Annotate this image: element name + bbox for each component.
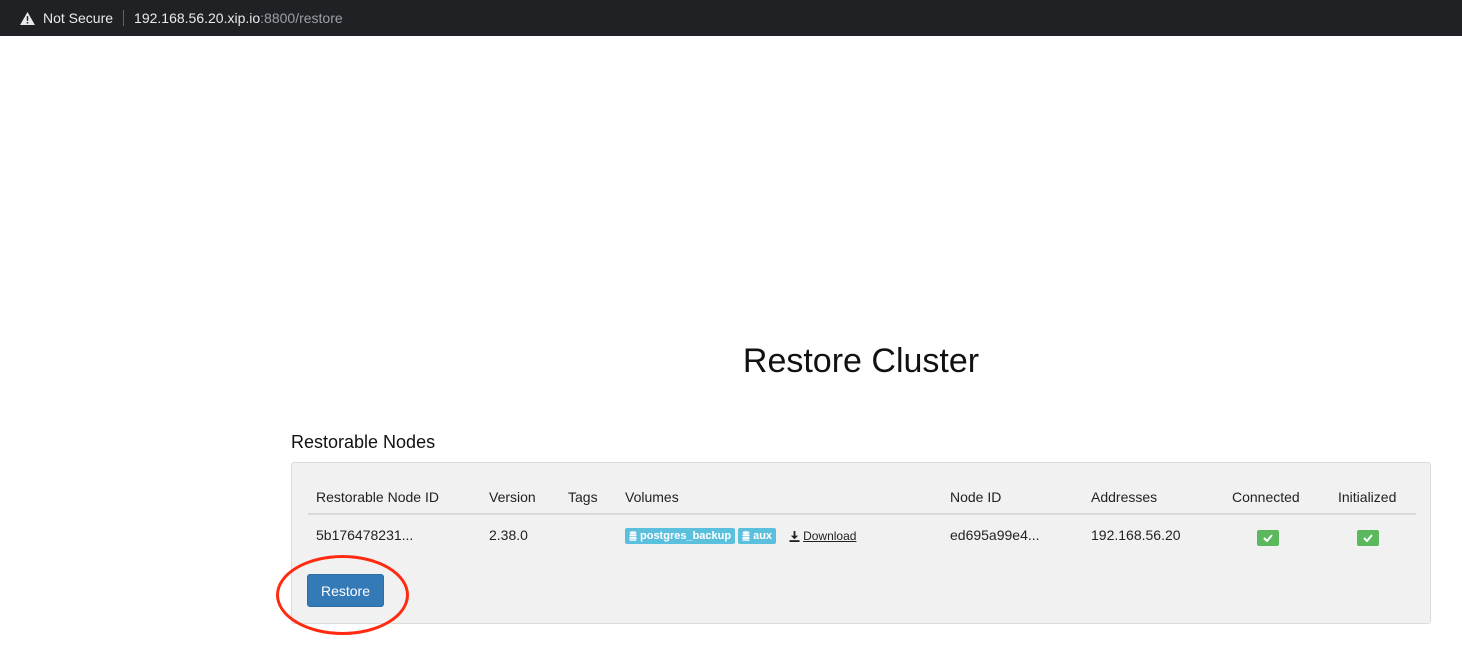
cell-version: 2.38.0 bbox=[489, 527, 528, 543]
page-title: Restore Cluster bbox=[742, 342, 980, 380]
security-label[interactable]: Not Secure bbox=[43, 10, 113, 26]
header-initialized: Initialized bbox=[1338, 489, 1397, 505]
cell-addresses: 192.168.56.20 bbox=[1091, 527, 1181, 543]
initialized-status-badge bbox=[1357, 530, 1379, 546]
database-icon bbox=[629, 531, 637, 541]
header-version: Version bbox=[489, 489, 536, 505]
database-icon bbox=[742, 531, 750, 541]
header-tags: Tags bbox=[568, 489, 598, 505]
connected-status-badge bbox=[1257, 530, 1279, 546]
header-addresses: Addresses bbox=[1091, 489, 1158, 505]
cell-restorable-node-id: 5b176478231... bbox=[316, 527, 414, 543]
download-icon bbox=[789, 530, 800, 542]
section-title: Restorable Nodes bbox=[291, 432, 436, 452]
volume-badge-postgres-backup: postgres_backup bbox=[625, 528, 736, 544]
header-restorable-node-id: Restorable Node ID bbox=[316, 489, 439, 505]
browser-address-bar[interactable]: Not Secure 192.168.56.20.xip.io:8800/res… bbox=[0, 0, 1462, 36]
header-volumes: Volumes bbox=[625, 489, 679, 505]
volume-label: postgres_backup bbox=[640, 530, 732, 542]
address-divider bbox=[123, 10, 125, 26]
volume-badge-aux: aux bbox=[738, 528, 777, 544]
url-host: 192.168.56.20.xip.io bbox=[134, 10, 261, 26]
check-icon bbox=[1363, 534, 1373, 542]
url-text[interactable]: 192.168.56.20.xip.io:8800/restore bbox=[134, 10, 343, 26]
download-label: Download bbox=[803, 529, 857, 543]
header-connected: Connected bbox=[1232, 489, 1300, 505]
download-link[interactable]: Download bbox=[789, 529, 856, 543]
cell-node-id: ed695a99e4... bbox=[950, 527, 1040, 543]
warning-triangle-icon bbox=[20, 11, 35, 25]
table-header-row: Restorable Node ID Version Tags Volumes … bbox=[308, 485, 1416, 515]
cell-volumes: postgres_backup aux Download bbox=[625, 528, 856, 544]
restore-button[interactable]: Restore bbox=[307, 574, 384, 607]
restorable-nodes-panel: Restorable Node ID Version Tags Volumes … bbox=[291, 462, 1431, 624]
volume-label: aux bbox=[753, 530, 773, 542]
url-path: :8800/restore bbox=[260, 10, 343, 26]
header-node-id: Node ID bbox=[950, 489, 1002, 505]
table-row: 5b176478231... 2.38.0 postgres_backup au… bbox=[308, 523, 1416, 553]
check-icon bbox=[1263, 534, 1273, 542]
